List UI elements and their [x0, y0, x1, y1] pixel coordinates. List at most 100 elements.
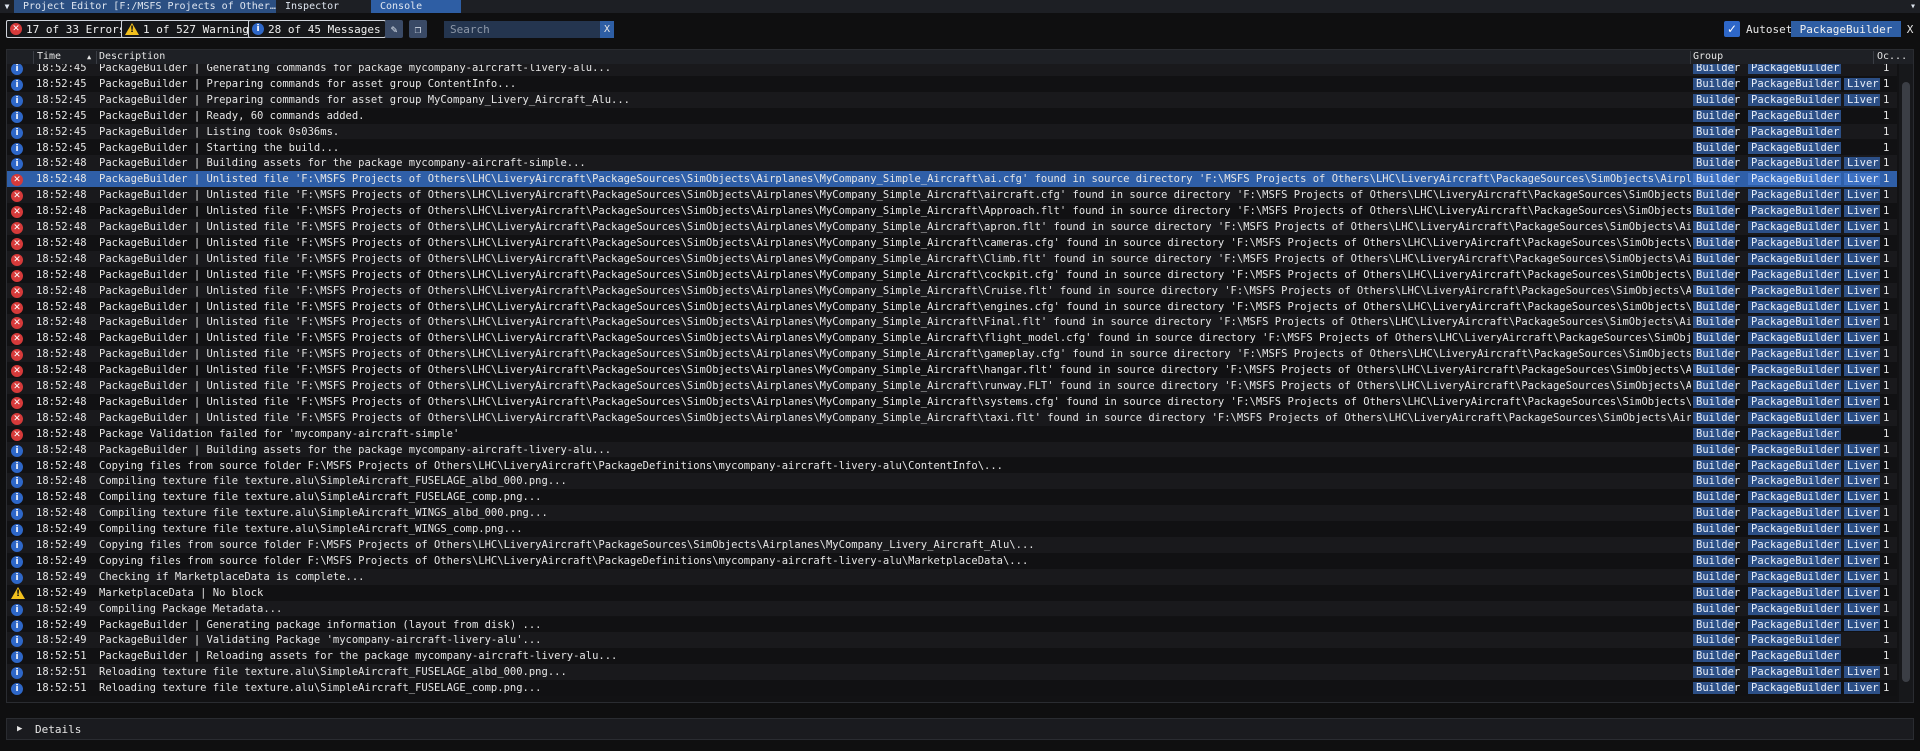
- table-row[interactable]: i 18:52:45 PackageBuilder | Listing took 0…: [7, 123, 1897, 140]
- row-group-tag: PackageBuilder: [1748, 348, 1841, 361]
- messages-filter-button[interactable]: i 28 of 45 Messages: [248, 20, 386, 38]
- scrollbar-thumb[interactable]: [1902, 82, 1910, 682]
- tab-project-editor[interactable]: Project Editor [F:/MSFS Projects of Othe…: [14, 0, 276, 13]
- table-row[interactable]: i 18:52:51 Reloading texture file texture.…: [7, 680, 1897, 696]
- table-row[interactable]: ✕ 18:52:48 PackageBuilder | Unlisted file …: [7, 362, 1897, 378]
- info-circle-icon: i: [11, 540, 23, 552]
- table-row[interactable]: ✕ 18:52:48 PackageBuilder | Unlisted file …: [7, 346, 1897, 363]
- search-input[interactable]: [444, 21, 614, 38]
- table-row[interactable]: ✕ 18:52:48 PackageBuilder | Unlisted file …: [7, 330, 1897, 347]
- log-table: Time ▲ Description Group Oc... i 18:52:45…: [6, 49, 1914, 703]
- row-group-tag: Liver: [1844, 252, 1880, 265]
- table-row[interactable]: i 18:52:48 Copying files from source folde…: [7, 457, 1897, 474]
- table-row[interactable]: ! 18:52:49 MarketplaceData | No block Build…: [7, 584, 1897, 601]
- row-severity-icon: ✕: [11, 301, 23, 314]
- table-row[interactable]: ✕ 18:52:48 PackageBuilder | Unlisted file …: [7, 203, 1897, 219]
- row-occurrences: 1: [1883, 252, 1890, 265]
- table-row[interactable]: ✕ 18:52:48 PackageBuilder | Unlisted file …: [7, 250, 1897, 267]
- row-group-tag: Liver: [1844, 316, 1880, 329]
- column-separator[interactable]: [96, 51, 97, 65]
- table-row[interactable]: i 18:52:45 PackageBuilder | Generating com…: [7, 64, 1897, 76]
- row-description: PackageBuilder | Starting the build...: [99, 141, 340, 154]
- row-time: 18:52:49: [36, 634, 87, 647]
- row-occurrences: 1: [1883, 109, 1890, 122]
- row-description: PackageBuilder | Building assets for the…: [99, 157, 586, 170]
- table-row[interactable]: ✕ 18:52:48 PackageBuilder | Unlisted file …: [7, 314, 1897, 331]
- table-row[interactable]: i 18:52:51 PackageBuilder | Reloading asse…: [7, 648, 1897, 665]
- column-separator[interactable]: [1690, 51, 1691, 65]
- column-separator[interactable]: [33, 51, 34, 65]
- row-group-tag: Builder: [1693, 77, 1740, 90]
- row-time: 18:52:48: [36, 173, 87, 186]
- row-description: Copying files from source folder F:\MSFS…: [99, 459, 1003, 472]
- vertical-scrollbar[interactable]: [1899, 64, 1913, 702]
- group-filter-close-button[interactable]: X: [1903, 21, 1917, 37]
- row-severity-icon: ✕: [11, 332, 23, 346]
- table-row[interactable]: ✕ 18:52:48 PackageBuilder | Unlisted file …: [7, 298, 1897, 315]
- table-row[interactable]: ✕ 18:52:48 Package Validation failed for '…: [7, 425, 1897, 442]
- row-time: 18:52:48: [36, 205, 87, 218]
- table-row[interactable]: i 18:52:48 PackageBuilder | Building asset…: [7, 441, 1897, 458]
- table-row[interactable]: i 18:52:48 Compiling texture file texture.…: [7, 473, 1897, 490]
- column-header-description[interactable]: Description: [99, 51, 165, 62]
- table-row[interactable]: i 18:52:49 Compiling Package Metadata... Bu…: [7, 600, 1897, 617]
- row-occurrences: 1: [1883, 554, 1890, 567]
- row-occurrences: 1: [1883, 205, 1890, 218]
- search-clear-button[interactable]: X: [600, 21, 614, 38]
- table-row[interactable]: i 18:52:49 Checking if MarketplaceData is …: [7, 568, 1897, 585]
- row-description: PackageBuilder | Listing took 0s036ms.: [99, 125, 340, 138]
- window-menu-icon[interactable]: ▾: [1906, 0, 1920, 13]
- table-row[interactable]: i 18:52:45 PackageBuilder | Starting the b…: [7, 139, 1897, 156]
- table-row[interactable]: i 18:52:49 Copying files from source folde…: [7, 537, 1897, 553]
- group-filter-chip[interactable]: PackageBuilder: [1791, 21, 1901, 37]
- info-circle-icon: i: [11, 94, 23, 107]
- row-group-tag: Liver: [1844, 666, 1880, 679]
- tab-console[interactable]: Console: [371, 0, 461, 13]
- row-severity-icon: ✕: [11, 189, 23, 203]
- row-group-tag: PackageBuilder: [1748, 173, 1841, 186]
- table-row[interactable]: i 18:52:48 Compiling texture file texture.…: [7, 489, 1897, 506]
- table-row[interactable]: i 18:52:49 Compiling texture file texture.…: [7, 521, 1897, 537]
- row-occurrences: 1: [1883, 157, 1890, 170]
- copy-icon[interactable]: ❐: [409, 20, 427, 38]
- table-row[interactable]: i 18:52:49 PackageBuilder | Validating Pac…: [7, 632, 1897, 649]
- table-row[interactable]: i 18:52:49 PackageBuilder | Generating pac…: [7, 616, 1897, 633]
- table-row[interactable]: i 18:52:45 PackageBuilder | Ready, 60 comm…: [7, 107, 1897, 124]
- column-header-group[interactable]: Group: [1693, 51, 1723, 62]
- column-header-time[interactable]: Time: [37, 51, 61, 62]
- row-severity-icon: ✕: [11, 253, 23, 266]
- table-row[interactable]: i 18:52:45 PackageBuilder | Preparing comm…: [7, 91, 1897, 108]
- row-time: 18:52:45: [36, 125, 87, 138]
- autoset-checkbox[interactable]: ✓: [1724, 21, 1740, 37]
- collapse-arrow-icon[interactable]: ▼: [0, 0, 14, 13]
- table-row[interactable]: ✕ 18:52:48 PackageBuilder | Unlisted file …: [7, 266, 1897, 283]
- eraser-icon[interactable]: ✎: [385, 20, 403, 38]
- row-description: PackageBuilder | Preparing commands for …: [99, 77, 517, 90]
- row-time: 18:52:49: [36, 523, 87, 536]
- table-row[interactable]: ✕ 18:52:48 PackageBuilder | Unlisted file …: [7, 171, 1897, 188]
- row-occurrences: 1: [1883, 77, 1890, 90]
- warnings-filter-button[interactable]: ! 1 of 527 Warnings: [121, 20, 261, 38]
- table-row[interactable]: ✕ 18:52:48 PackageBuilder | Unlisted file …: [7, 187, 1897, 204]
- info-circle-icon: i: [11, 460, 23, 473]
- row-description: Package Validation failed for 'mycompany…: [99, 427, 460, 440]
- row-occurrences: 1: [1883, 586, 1890, 599]
- table-row[interactable]: i 18:52:48 PackageBuilder | Building asset…: [7, 155, 1897, 172]
- column-separator[interactable]: [1873, 51, 1874, 65]
- table-row[interactable]: ✕ 18:52:48 PackageBuilder | Unlisted file …: [7, 234, 1897, 251]
- table-row[interactable]: i 18:52:49 Copying files from source folde…: [7, 552, 1897, 569]
- table-row[interactable]: ✕ 18:52:48 PackageBuilder | Unlisted file …: [7, 409, 1897, 426]
- table-row[interactable]: ✕ 18:52:48 PackageBuilder | Unlisted file …: [7, 393, 1897, 410]
- row-group-tag: Liver: [1844, 554, 1880, 567]
- table-row[interactable]: i 18:52:45 PackageBuilder | Preparing comm…: [7, 75, 1897, 92]
- errors-filter-button[interactable]: ✕ 17 of 33 Errors: [6, 20, 131, 38]
- table-row[interactable]: ✕ 18:52:48 PackageBuilder | Unlisted file …: [7, 282, 1897, 299]
- tab-inspector[interactable]: Inspector: [276, 0, 371, 13]
- table-row[interactable]: ✕ 18:52:48 PackageBuilder | Unlisted file …: [7, 219, 1897, 235]
- details-panel-header[interactable]: ▶ Details: [6, 718, 1914, 740]
- table-row[interactable]: i 18:52:48 Compiling texture file texture.…: [7, 505, 1897, 522]
- column-header-occurrences[interactable]: Oc...: [1877, 51, 1907, 62]
- table-row[interactable]: i 18:52:51 Reloading texture file texture.…: [7, 664, 1897, 681]
- table-row[interactable]: ✕ 18:52:48 PackageBuilder | Unlisted file …: [7, 378, 1897, 394]
- error-circle-icon: ✕: [11, 174, 23, 187]
